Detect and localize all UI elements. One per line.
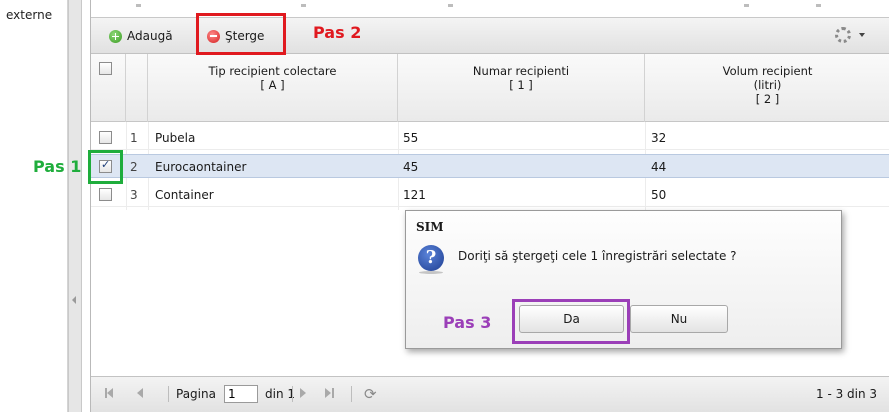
grid-header: Tip recipient colectare [ A ] Numar reci… (91, 54, 889, 122)
step1-highlight-box (88, 150, 123, 184)
next-page-icon[interactable] (300, 388, 306, 398)
panel-splitter[interactable] (68, 0, 82, 412)
column-title-type: Tip recipient colectare (208, 64, 337, 78)
column-header-type[interactable]: Tip recipient colectare [ A ] (148, 54, 398, 122)
header-select-all-cell (91, 54, 126, 122)
collapse-arrow-icon[interactable] (72, 296, 76, 304)
table-row[interactable]: 3 Container 121 50 (91, 183, 889, 207)
left-panel: externe (0, 0, 68, 412)
paging-summary: 1 - 3 din 3 (816, 387, 878, 401)
prev-page-icon[interactable] (137, 388, 143, 398)
column-header-count[interactable]: Numar recipienti [ 1 ] (398, 54, 645, 122)
cell-volume: 32 (651, 131, 667, 145)
add-icon (109, 29, 122, 43)
question-icon-shadow (419, 271, 443, 274)
page-input[interactable] (224, 385, 258, 403)
no-button[interactable]: Nu (630, 305, 728, 333)
add-button[interactable]: Adaugă (109, 26, 173, 46)
refresh-icon[interactable]: ⟳ (364, 385, 377, 403)
step2-label: Pas 2 (313, 23, 362, 42)
table-row[interactable]: 1 Pubela 55 32 (91, 126, 889, 150)
column-code-volume: [ 2 ] (755, 92, 780, 106)
step2-highlight-box (196, 13, 286, 55)
cell-count: 55 (403, 131, 419, 145)
header-rownum-cell (126, 54, 148, 122)
step1-label: Pas 1 (33, 157, 82, 176)
add-button-label: Adaugă (127, 29, 173, 43)
row-checkbox[interactable] (99, 131, 112, 144)
column-code-type: [ A ] (260, 78, 285, 92)
cell-count: 45 (403, 160, 419, 174)
row-checkbox[interactable] (99, 188, 112, 201)
page-label: Pagina (176, 387, 216, 401)
cell-volume: 50 (651, 188, 667, 202)
last-page-icon[interactable] (332, 388, 334, 398)
grid-panel: Adaugă Şterge Tip recipient colectare [ … (90, 0, 889, 412)
row-number: 1 (130, 131, 138, 145)
separator (351, 386, 352, 402)
column-title-count: Numar recipienti (472, 64, 570, 78)
cell-volume: 44 (651, 160, 667, 174)
question-icon: ? (418, 245, 444, 271)
chevron-down-icon[interactable] (859, 33, 865, 37)
page-count: din 1 (265, 387, 296, 401)
column-subtitle-volume: (litri) (753, 78, 782, 92)
step3-highlight-box (512, 299, 630, 344)
left-panel-label: externe (6, 8, 53, 22)
column-header-volume[interactable]: Volum recipient (litri) [ 2 ] (645, 54, 889, 122)
cell-type: Eurocaontainer (155, 160, 247, 174)
last-page-icon[interactable] (325, 388, 331, 398)
cell-type: Pubela (155, 131, 196, 145)
dialog-message: Doriţi să ştergeţi cele 1 înregistrări s… (458, 249, 737, 263)
column-title-volume: Volum recipient (722, 64, 813, 78)
separator (292, 386, 293, 402)
gear-icon[interactable] (835, 27, 851, 43)
step3-label: Pas 3 (443, 313, 492, 332)
column-code-count: [ 1 ] (509, 78, 533, 92)
dialog-title: SIM (416, 220, 444, 234)
table-row[interactable]: 2 Eurocaontainer 45 44 (91, 154, 889, 178)
row-number: 2 (130, 160, 138, 174)
cell-count: 121 (403, 188, 426, 202)
first-page-icon[interactable] (107, 388, 113, 398)
paging-toolbar: Pagina din 1 ⟳ 1 - 3 din 3 (91, 376, 889, 412)
cell-type: Container (155, 188, 214, 202)
select-all-checkbox[interactable] (99, 62, 112, 75)
row-number: 3 (130, 188, 138, 202)
separator (168, 386, 169, 402)
